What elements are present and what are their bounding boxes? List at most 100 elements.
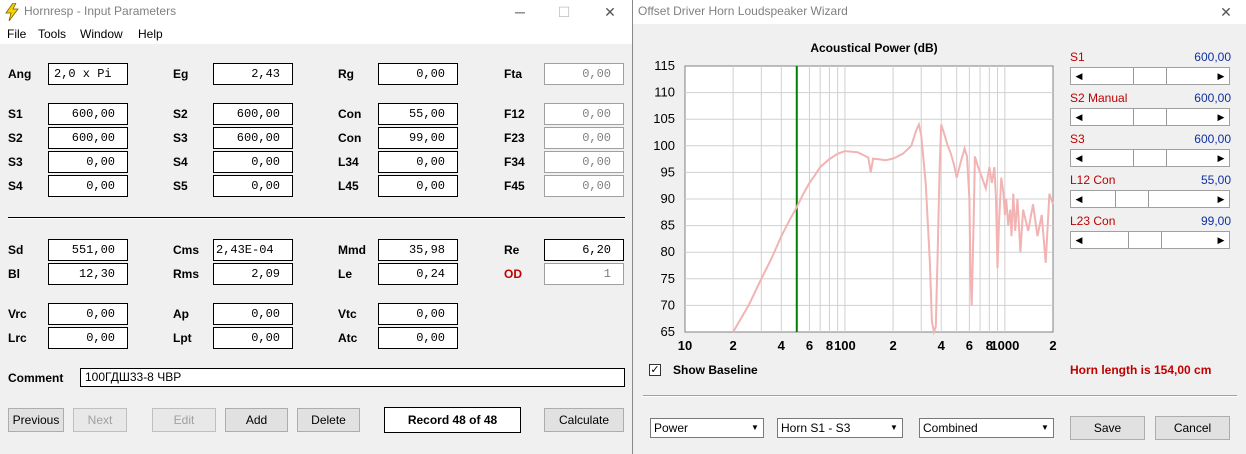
menu-window[interactable]: Window <box>80 27 123 41</box>
wizard-close-icon[interactable]: ✕ <box>1209 0 1243 24</box>
cancel-button[interactable]: Cancel <box>1155 416 1230 440</box>
s3-row-label: S3 <box>8 155 23 169</box>
con2-field[interactable]: 99,00 <box>378 127 458 149</box>
calculate-button[interactable]: Calculate <box>544 408 624 432</box>
plot-type-combo[interactable]: Power ▼ <box>650 418 764 438</box>
separator-line <box>8 217 625 219</box>
f34-field[interactable]: 0,00 <box>544 151 624 173</box>
eg-label: Eg <box>173 67 189 81</box>
slider-track-left <box>1087 68 1133 84</box>
f12-field[interactable]: 0,00 <box>544 103 624 125</box>
s1-field[interactable]: 600,00 <box>48 103 128 125</box>
slider-thumb[interactable] <box>1128 232 1163 248</box>
slider-label: L23 Con <box>1070 214 1116 228</box>
chevron-left-icon[interactable]: ◀ <box>1071 68 1087 84</box>
rg-label: Rg <box>338 67 354 81</box>
menu-file[interactable]: File <box>7 27 26 41</box>
delete-button[interactable]: Delete <box>297 408 360 432</box>
right-title-bar[interactable]: Offset Driver Horn Loudspeaker Wizard ✕ <box>633 0 1246 24</box>
slider-thumb[interactable] <box>1114 191 1149 207</box>
vtc-label: Vtc <box>338 307 357 321</box>
slider-value: 600,00 <box>1194 132 1231 146</box>
slider-scrollbar[interactable]: ◀ ▶ <box>1070 231 1230 249</box>
menu-tools[interactable]: Tools <box>38 27 66 41</box>
od-label: OD <box>504 267 522 281</box>
rms-field[interactable]: 2,09 <box>213 263 293 285</box>
slider-track-right <box>1167 109 1213 125</box>
edit-button[interactable]: Edit <box>152 408 216 432</box>
cms-field[interactable]: 2,43E-04 <box>213 239 293 261</box>
chevron-right-icon[interactable]: ▶ <box>1213 68 1229 84</box>
show-baseline-label: Show Baseline <box>673 363 758 377</box>
horn-section-combo[interactable]: Horn S1 - S3 ▼ <box>777 418 903 438</box>
slider-scrollbar[interactable]: ◀ ▶ <box>1070 108 1230 126</box>
vrc-field[interactable]: 0,00 <box>48 303 128 325</box>
chevron-down-icon: ▼ <box>890 423 898 432</box>
s4-field[interactable]: 0,00 <box>213 151 293 173</box>
rg-field[interactable]: 0,00 <box>378 63 458 85</box>
chevron-right-icon[interactable]: ▶ <box>1213 232 1229 248</box>
cms-label: Cms <box>173 243 200 257</box>
add-button[interactable]: Add <box>225 408 288 432</box>
con1-field[interactable]: 55,00 <box>378 103 458 125</box>
f45-field[interactable]: 0,00 <box>544 175 624 197</box>
chevron-right-icon[interactable]: ▶ <box>1213 191 1229 207</box>
s2-row-field[interactable]: 600,00 <box>48 127 128 149</box>
bl-field[interactable]: 12,30 <box>48 263 128 285</box>
previous-button[interactable]: Previous <box>8 408 64 432</box>
s5-field[interactable]: 0,00 <box>213 175 293 197</box>
slider-scrollbar[interactable]: ◀ ▶ <box>1070 67 1230 85</box>
slider-value: 55,00 <box>1200 173 1231 187</box>
save-button[interactable]: Save <box>1070 416 1145 440</box>
le-field[interactable]: 0,24 <box>378 263 458 285</box>
chevron-right-icon[interactable]: ▶ <box>1213 150 1229 166</box>
s3-field[interactable]: 600,00 <box>213 127 293 149</box>
y-tick-label: 80 <box>661 244 675 259</box>
f23-field[interactable]: 0,00 <box>544 127 624 149</box>
s2-field[interactable]: 600,00 <box>213 103 293 125</box>
lpt-field[interactable]: 0,00 <box>213 327 293 349</box>
slider-scrollbar[interactable]: ◀ ▶ <box>1070 149 1230 167</box>
lrc-field[interactable]: 0,00 <box>48 327 128 349</box>
slider-scrollbar[interactable]: ◀ ▶ <box>1070 190 1230 208</box>
slider-track-right <box>1162 232 1213 248</box>
chevron-left-icon[interactable]: ◀ <box>1071 150 1087 166</box>
s3-row-field[interactable]: 0,00 <box>48 151 128 173</box>
show-baseline-checkbox[interactable]: ✓ <box>649 364 661 376</box>
slider-thumb[interactable] <box>1133 109 1167 125</box>
ap-label: Ap <box>173 307 189 321</box>
mmd-field[interactable]: 35,98 <box>378 239 458 261</box>
slider-thumb[interactable] <box>1133 150 1167 166</box>
comment-field[interactable]: 100ГДШ33-8 ЧВР <box>80 368 625 387</box>
response-mode-combo[interactable]: Combined ▼ <box>919 418 1054 438</box>
fta-field[interactable]: 0,00 <box>544 63 624 85</box>
re-field[interactable]: 6,20 <box>544 239 624 261</box>
x-tick-label: 4 <box>938 338 946 353</box>
eg-field[interactable]: 2,43 <box>213 63 293 85</box>
ang-field[interactable]: 2,0 x Pi <box>48 63 128 85</box>
slider-thumb[interactable] <box>1133 68 1167 84</box>
rms-label: Rms <box>173 267 200 281</box>
slider-value: 600,00 <box>1194 91 1231 105</box>
vtc-field[interactable]: 0,00 <box>378 303 458 325</box>
chevron-right-icon[interactable]: ▶ <box>1213 109 1229 125</box>
s4-row-field[interactable]: 0,00 <box>48 175 128 197</box>
chevron-left-icon[interactable]: ◀ <box>1071 109 1087 125</box>
slider-label: L12 Con <box>1070 173 1116 187</box>
left-title-bar[interactable]: Hornresp - Input Parameters ─ ☐ ✕ <box>0 0 632 24</box>
sd-field[interactable]: 551,00 <box>48 239 128 261</box>
l34-field[interactable]: 0,00 <box>378 151 458 173</box>
close-icon[interactable]: ✕ <box>590 0 630 24</box>
menu-help[interactable]: Help <box>138 27 163 41</box>
atc-field[interactable]: 0,00 <box>378 327 458 349</box>
next-button[interactable]: Next <box>73 408 127 432</box>
minimize-icon[interactable]: ─ <box>500 0 540 24</box>
chevron-left-icon[interactable]: ◀ <box>1071 191 1087 207</box>
le-label: Le <box>338 267 353 281</box>
l45-field[interactable]: 0,00 <box>378 175 458 197</box>
od-field[interactable]: 1 <box>544 263 624 285</box>
slider-track-left <box>1087 232 1129 248</box>
y-tick-label: 100 <box>653 138 675 153</box>
ap-field[interactable]: 0,00 <box>213 303 293 325</box>
chevron-left-icon[interactable]: ◀ <box>1071 232 1087 248</box>
